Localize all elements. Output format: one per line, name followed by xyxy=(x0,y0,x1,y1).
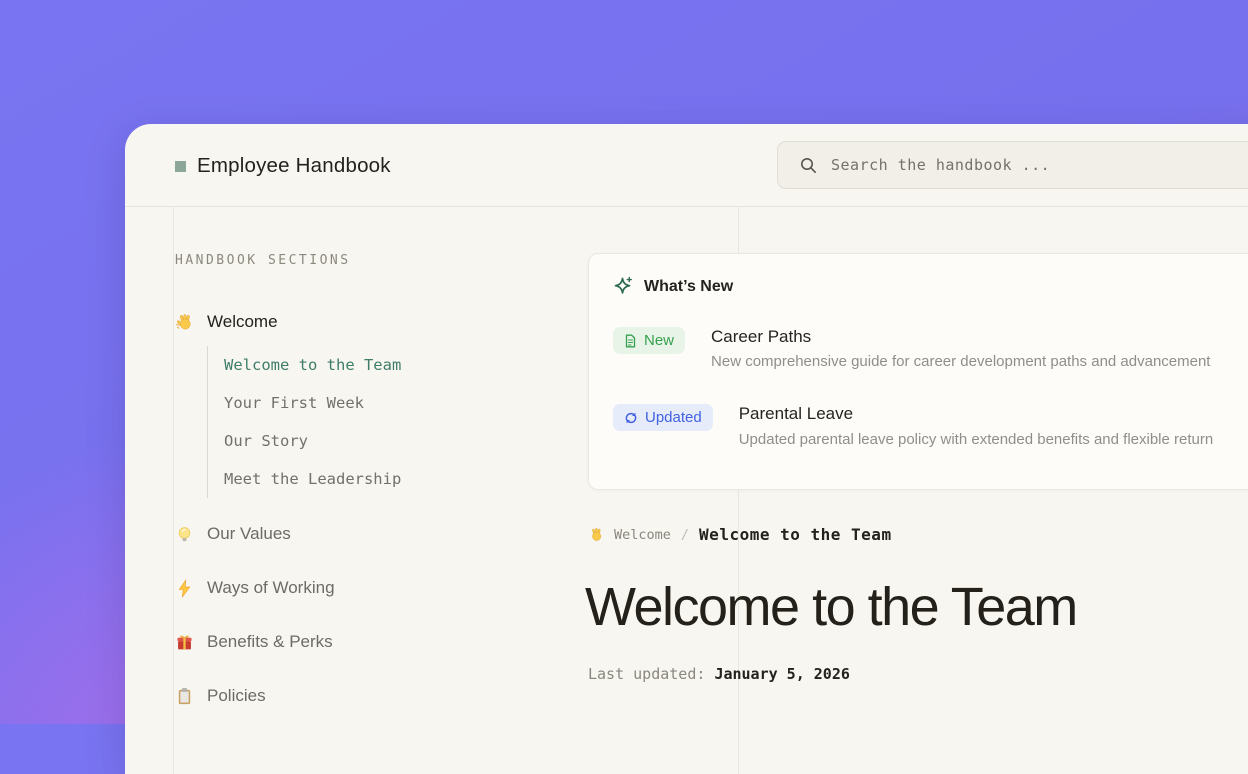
sidebar-subitem-welcome-to-the-team[interactable]: Welcome to the Team xyxy=(224,346,401,384)
breadcrumb-separator: / xyxy=(681,527,689,543)
sidebar-item-policies[interactable]: Policies xyxy=(175,684,266,708)
document-icon xyxy=(624,334,637,348)
sidebar-item-label: Ways of Working xyxy=(207,578,335,598)
sidebar-item-benefits-perks[interactable]: Benefits & Perks xyxy=(175,630,333,654)
last-updated: Last updated: January 5, 2026 xyxy=(588,665,850,683)
sidebar-left-rule xyxy=(173,207,174,774)
sidebar-item-label: Welcome xyxy=(207,312,278,332)
breadcrumb-current-page: Welcome to the Team xyxy=(699,525,892,544)
sidebar-item-welcome[interactable]: Welcome xyxy=(175,310,278,334)
lightning-bolt-icon xyxy=(175,579,194,598)
logo-square-icon xyxy=(175,161,186,172)
badge-label: Updated xyxy=(645,409,702,426)
app-logo[interactable]: Employee Handbook xyxy=(175,154,391,178)
sidebar-item-label: Benefits & Perks xyxy=(207,632,333,652)
whats-new-header: What’s New xyxy=(613,276,1248,297)
app-window: Employee Handbook Search the handbook ..… xyxy=(125,124,1248,774)
search-icon xyxy=(799,156,818,175)
updated-badge: Updated xyxy=(613,404,713,431)
search-input[interactable]: Search the handbook ... xyxy=(777,141,1248,189)
gift-icon xyxy=(175,633,194,652)
sidebar-item-label: Policies xyxy=(207,686,266,706)
new-badge: New xyxy=(613,327,685,354)
whats-new-item-parental-leave[interactable]: Updated Parental Leave Updated parental … xyxy=(613,404,1248,447)
news-item-title: Parental Leave xyxy=(739,404,1213,424)
news-item-body: Parental Leave Updated parental leave po… xyxy=(739,404,1213,447)
page-title: Welcome to the Team xyxy=(585,576,1077,638)
app-title: Employee Handbook xyxy=(197,154,391,178)
light-bulb-icon xyxy=(175,525,194,544)
whats-new-card: What’s New New Career Paths New comprehe… xyxy=(588,253,1248,490)
sidebar-subitem-our-story[interactable]: Our Story xyxy=(224,422,401,460)
breadcrumb: Welcome / Welcome to the Team xyxy=(588,525,892,544)
clipboard-icon xyxy=(175,687,194,706)
news-item-description: Updated parental leave policy with exten… xyxy=(739,431,1213,448)
app-header: Employee Handbook Search the handbook ..… xyxy=(125,124,1248,207)
sidebar-sublist-welcome: Welcome to the Team Your First Week Our … xyxy=(207,346,401,498)
refresh-icon xyxy=(624,411,638,425)
badge-label: New xyxy=(644,332,674,349)
last-updated-value: January 5, 2026 xyxy=(714,665,849,683)
sidebar-item-ways-of-working[interactable]: Ways of Working xyxy=(175,576,335,600)
last-updated-label: Last updated: xyxy=(588,665,705,683)
whats-new-title: What’s New xyxy=(644,278,733,296)
news-item-body: Career Paths New comprehensive guide for… xyxy=(711,327,1210,370)
breadcrumb-section-link[interactable]: Welcome xyxy=(614,527,671,543)
news-item-title: Career Paths xyxy=(711,327,1210,347)
waving-hand-icon xyxy=(175,313,194,332)
sidebar-section-label: HANDBOOK SECTIONS xyxy=(175,253,351,268)
sidebar-item-label: Our Values xyxy=(207,524,291,544)
news-item-description: New comprehensive guide for career devel… xyxy=(711,353,1210,370)
sidebar-subitem-your-first-week[interactable]: Your First Week xyxy=(224,384,401,422)
waving-hand-icon xyxy=(588,527,604,543)
sparkle-icon xyxy=(613,276,634,297)
whats-new-item-career-paths[interactable]: New Career Paths New comprehensive guide… xyxy=(613,327,1248,370)
search-placeholder: Search the handbook ... xyxy=(831,156,1050,174)
sidebar-item-our-values[interactable]: Our Values xyxy=(175,522,291,546)
sidebar-subitem-meet-the-leadership[interactable]: Meet the Leadership xyxy=(224,460,401,498)
